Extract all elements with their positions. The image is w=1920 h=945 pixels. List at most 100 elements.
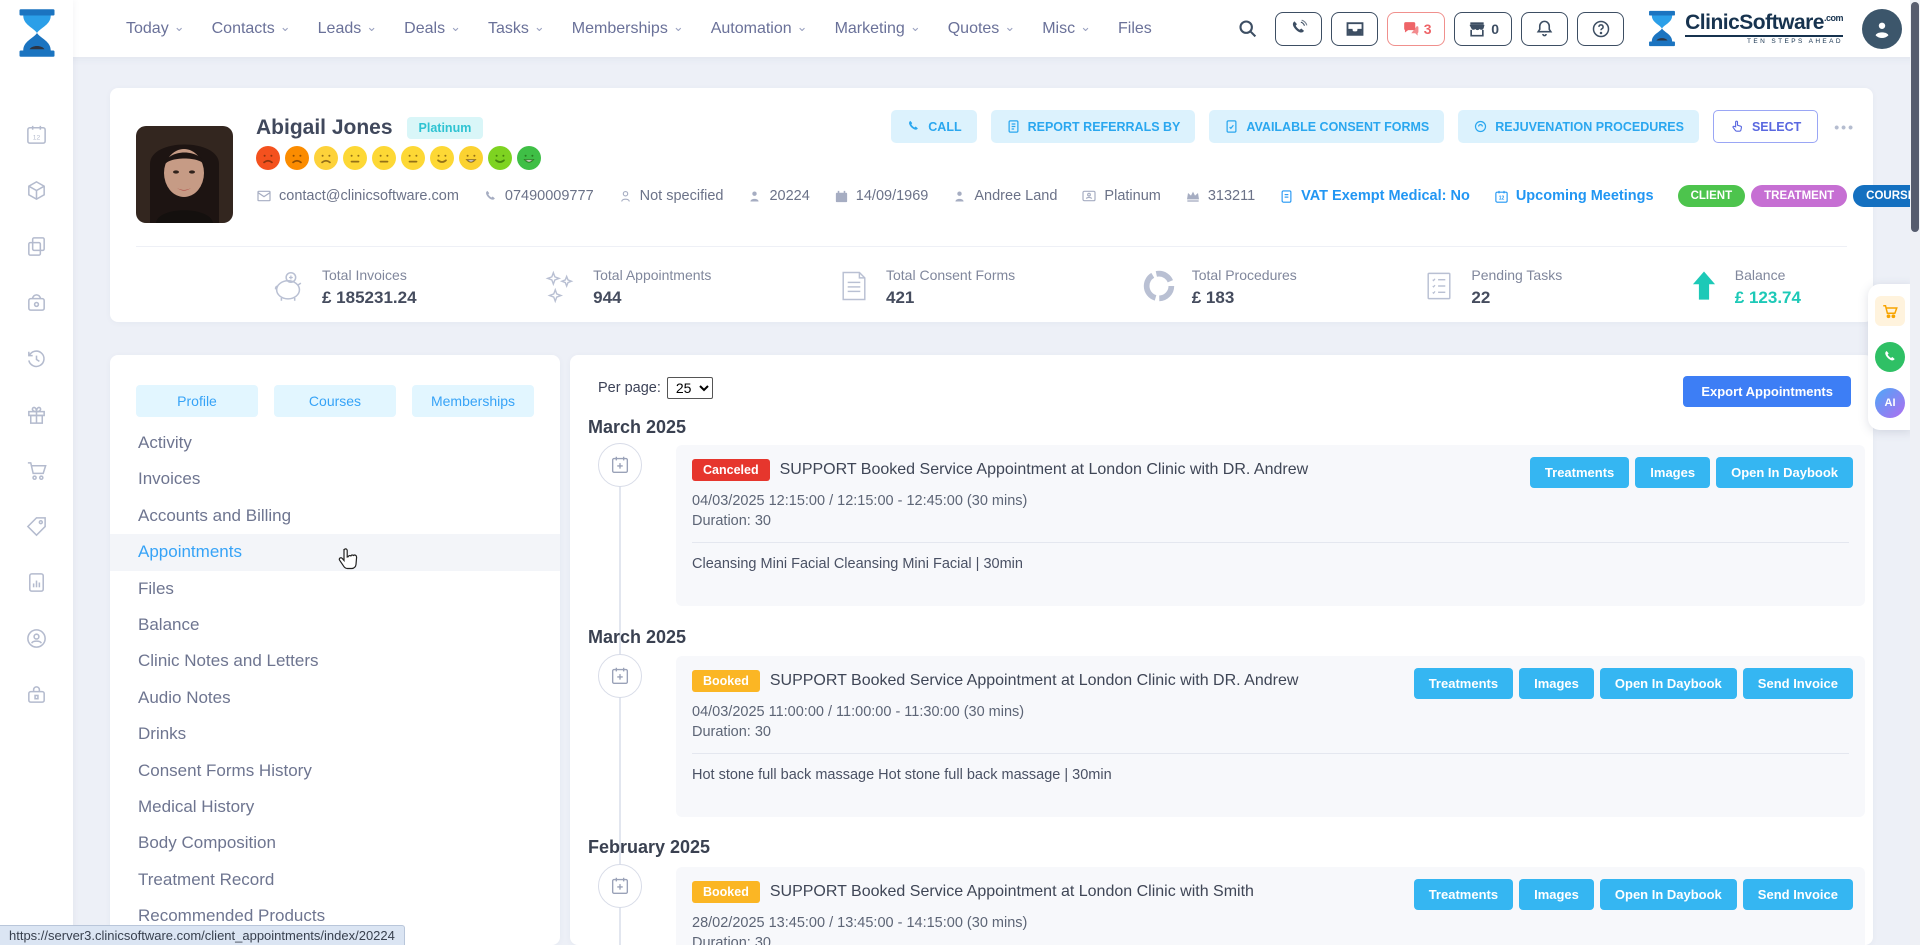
lock-case-icon[interactable] xyxy=(0,666,73,722)
support-person-icon[interactable] xyxy=(0,610,73,666)
search-icon[interactable] xyxy=(1237,18,1258,39)
nav-item-misc[interactable]: Misc⌄ xyxy=(1042,20,1091,38)
appointment-entry: Canceled SUPPORT Booked Service Appointm… xyxy=(676,445,1865,606)
chart-document-icon[interactable] xyxy=(0,554,73,610)
mood-emoji-grin[interactable] xyxy=(517,146,541,170)
sidebar-item-balance[interactable]: Balance xyxy=(110,607,560,643)
nav-item-contacts[interactable]: Contacts⌄ xyxy=(212,20,291,38)
tab-courses[interactable]: Courses xyxy=(274,385,396,417)
nav-item-today[interactable]: Today⌄ xyxy=(126,20,185,38)
treatments-button[interactable]: Treatments xyxy=(1530,457,1629,488)
client-dob: 14/09/1969 xyxy=(834,188,929,204)
ai-assistant-icon[interactable]: AI xyxy=(1875,388,1905,418)
sidebar-item-files[interactable]: Files xyxy=(110,571,560,607)
calendar-icon[interactable]: 12 xyxy=(0,106,73,162)
bag-icon[interactable] xyxy=(0,274,73,330)
label-treatment[interactable]: TREATMENT xyxy=(1751,185,1847,207)
nav-item-automation[interactable]: Automation⌄ xyxy=(711,20,808,38)
scrollbar-thumb[interactable] xyxy=(1911,2,1919,232)
mood-emoji-sad[interactable] xyxy=(256,146,280,170)
pages-icon[interactable] xyxy=(0,218,73,274)
nav-label: Tasks xyxy=(488,20,529,38)
client-id-text: 20224 xyxy=(769,188,809,204)
sidebar-item-treatment-record[interactable]: Treatment Record xyxy=(110,862,560,898)
sidebar-item-invoices[interactable]: Invoices xyxy=(110,461,560,497)
sidebar-item-audio-notes[interactable]: Audio Notes xyxy=(110,680,560,716)
clinicsoftware-logo-mark[interactable] xyxy=(16,8,58,58)
user-avatar[interactable] xyxy=(1862,9,1902,49)
inbox-button[interactable] xyxy=(1331,12,1378,46)
tab-profile[interactable]: Profile xyxy=(136,385,258,417)
nav-item-deals[interactable]: Deals⌄ xyxy=(404,20,461,38)
client-email[interactable]: contact@clinicsoftware.com xyxy=(256,188,459,204)
stat-label: Total Consent Forms xyxy=(886,267,1015,283)
sidebar-item-body-composition[interactable]: Body Composition xyxy=(110,825,560,861)
store-button[interactable]: 0 xyxy=(1454,12,1512,46)
mood-emoji-smile[interactable] xyxy=(430,146,454,170)
scrollbar-track[interactable] xyxy=(1910,0,1920,945)
gift-icon[interactable] xyxy=(0,386,73,442)
upcoming-meetings-link[interactable]: 12Upcoming Meetings xyxy=(1494,188,1654,204)
clinicsoftware-logo[interactable]: ClinicSoftware.com TEN STEPS AHEAD xyxy=(1647,10,1843,47)
price-tag-icon[interactable] xyxy=(0,498,73,554)
nav-item-memberships[interactable]: Memberships⌄ xyxy=(572,20,684,38)
client-photo[interactable] xyxy=(136,126,233,223)
nav-item-files[interactable]: Files xyxy=(1118,20,1152,38)
sidebar-item-clinic-notes-and-letters[interactable]: Clinic Notes and Letters xyxy=(110,643,560,679)
help-button[interactable] xyxy=(1577,12,1624,46)
per-page-select[interactable]: 25 xyxy=(667,377,713,399)
send-invoice-button[interactable]: Send Invoice xyxy=(1743,668,1853,699)
chat-button[interactable]: 3 xyxy=(1387,12,1445,46)
images-button[interactable]: Images xyxy=(1519,668,1594,699)
open-in-daybook-button[interactable]: Open In Daybook xyxy=(1716,457,1853,488)
open-in-daybook-button[interactable]: Open In Daybook xyxy=(1600,668,1737,699)
notifications-button[interactable] xyxy=(1521,12,1568,46)
client-header-card: Abigail Jones Platinum CALL REPORT REFER… xyxy=(110,88,1873,322)
images-button[interactable]: Images xyxy=(1635,457,1710,488)
whatsapp-icon[interactable] xyxy=(1875,342,1905,372)
open-in-daybook-button[interactable]: Open In Daybook xyxy=(1600,879,1737,910)
sidebar-item-activity[interactable]: Activity xyxy=(110,425,560,461)
images-button[interactable]: Images xyxy=(1519,879,1594,910)
tab-memberships[interactable]: Memberships xyxy=(412,385,534,417)
mood-emoji-sad[interactable] xyxy=(285,146,309,170)
appointment-title: SUPPORT Booked Service Appointment at Lo… xyxy=(780,461,1309,479)
history-clock-icon[interactable] xyxy=(0,330,73,386)
mood-emoji-neutral[interactable] xyxy=(372,146,396,170)
sidebar-item-consent-forms-history[interactable]: Consent Forms History xyxy=(110,753,560,789)
client-phone[interactable]: 07490009777 xyxy=(483,188,594,204)
treatments-button[interactable]: Treatments xyxy=(1414,879,1513,910)
cube-icon[interactable] xyxy=(0,162,73,218)
nav-item-marketing[interactable]: Marketing⌄ xyxy=(835,20,921,38)
sidebar-item-accounts-and-billing[interactable]: Accounts and Billing xyxy=(110,498,560,534)
basket-icon[interactable] xyxy=(1875,296,1905,326)
stat-label: Pending Tasks xyxy=(1471,267,1562,283)
phone-button[interactable] xyxy=(1275,12,1322,46)
nav-item-tasks[interactable]: Tasks⌄ xyxy=(488,20,545,38)
stat-balance: Balance£ 123.74 xyxy=(1687,267,1801,308)
sidebar-item-medical-history[interactable]: Medical History xyxy=(110,789,560,825)
call-button[interactable]: CALL xyxy=(891,110,976,143)
select-button[interactable]: SELECT xyxy=(1713,110,1818,143)
mood-emoji-neutral[interactable] xyxy=(343,146,367,170)
rejuvenation-button[interactable]: REJUVENATION PROCEDURES xyxy=(1458,110,1699,143)
mood-emoji-neutral[interactable] xyxy=(401,146,425,170)
sidebar-item-drinks[interactable]: Drinks xyxy=(110,716,560,752)
export-appointments-button[interactable]: Export Appointments xyxy=(1683,376,1851,407)
treatments-button[interactable]: Treatments xyxy=(1414,668,1513,699)
membership-text: Platinum xyxy=(1104,188,1160,204)
mood-emoji-sad[interactable] xyxy=(314,146,338,170)
label-client[interactable]: CLIENT xyxy=(1678,185,1746,207)
mood-emoji-grin[interactable] xyxy=(459,146,483,170)
shopping-cart-icon[interactable] xyxy=(0,442,73,498)
calendar-plus-icon xyxy=(598,443,642,487)
vat-exempt-link[interactable]: VAT Exempt Medical: No xyxy=(1279,188,1470,204)
send-invoice-button[interactable]: Send Invoice xyxy=(1743,879,1853,910)
more-actions-button[interactable]: ••• xyxy=(1832,119,1857,135)
nav-item-leads[interactable]: Leads⌄ xyxy=(318,20,378,38)
nav-item-quotes[interactable]: Quotes⌄ xyxy=(948,20,1016,38)
report-referrals-button[interactable]: REPORT REFERRALS BY xyxy=(991,110,1196,143)
stat-value: 421 xyxy=(886,288,1015,308)
consent-forms-button[interactable]: AVAILABLE CONSENT FORMS xyxy=(1209,110,1444,143)
mood-emoji-smile[interactable] xyxy=(488,146,512,170)
